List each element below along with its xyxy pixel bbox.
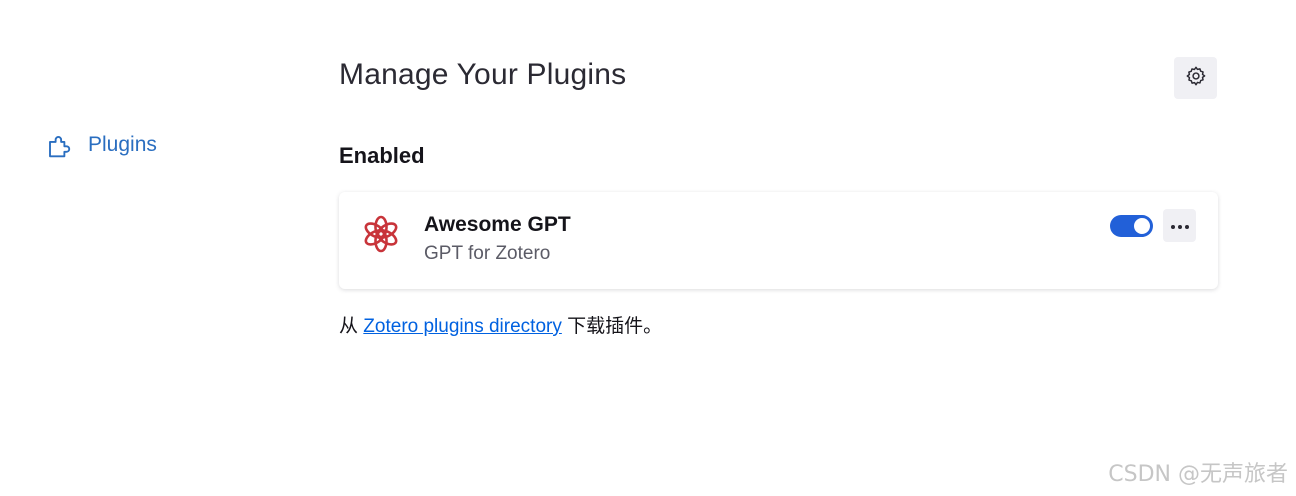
footer-suffix: 下载插件。 xyxy=(567,316,663,337)
watermark: CSDN @无声旅者 xyxy=(1108,462,1288,487)
plugin-enable-toggle[interactable] xyxy=(1110,215,1153,237)
plugins-directory-link[interactable]: Zotero plugins directory xyxy=(363,316,562,337)
sidebar-item-plugins[interactable]: Plugins xyxy=(44,128,157,162)
openai-logo-icon xyxy=(359,212,403,256)
plugin-description: GPT for Zotero xyxy=(424,243,551,264)
gear-icon xyxy=(1185,65,1207,92)
footer-prefix: 从 xyxy=(339,316,359,337)
puzzle-piece-icon xyxy=(44,129,76,161)
more-options-button[interactable] xyxy=(1163,209,1196,242)
plugin-card: Awesome GPT GPT for Zotero xyxy=(339,192,1218,289)
ellipsis-icon xyxy=(1170,217,1190,235)
sidebar-item-label: Plugins xyxy=(88,133,157,156)
plugin-name: Awesome GPT xyxy=(424,213,571,236)
plugins-directory-note: 从 Zotero plugins directory 下载插件。 xyxy=(339,311,662,338)
toggle-knob xyxy=(1134,218,1150,234)
page-title: Manage Your Plugins xyxy=(339,58,627,91)
section-heading-enabled: Enabled xyxy=(339,143,425,168)
settings-button[interactable] xyxy=(1174,57,1217,99)
